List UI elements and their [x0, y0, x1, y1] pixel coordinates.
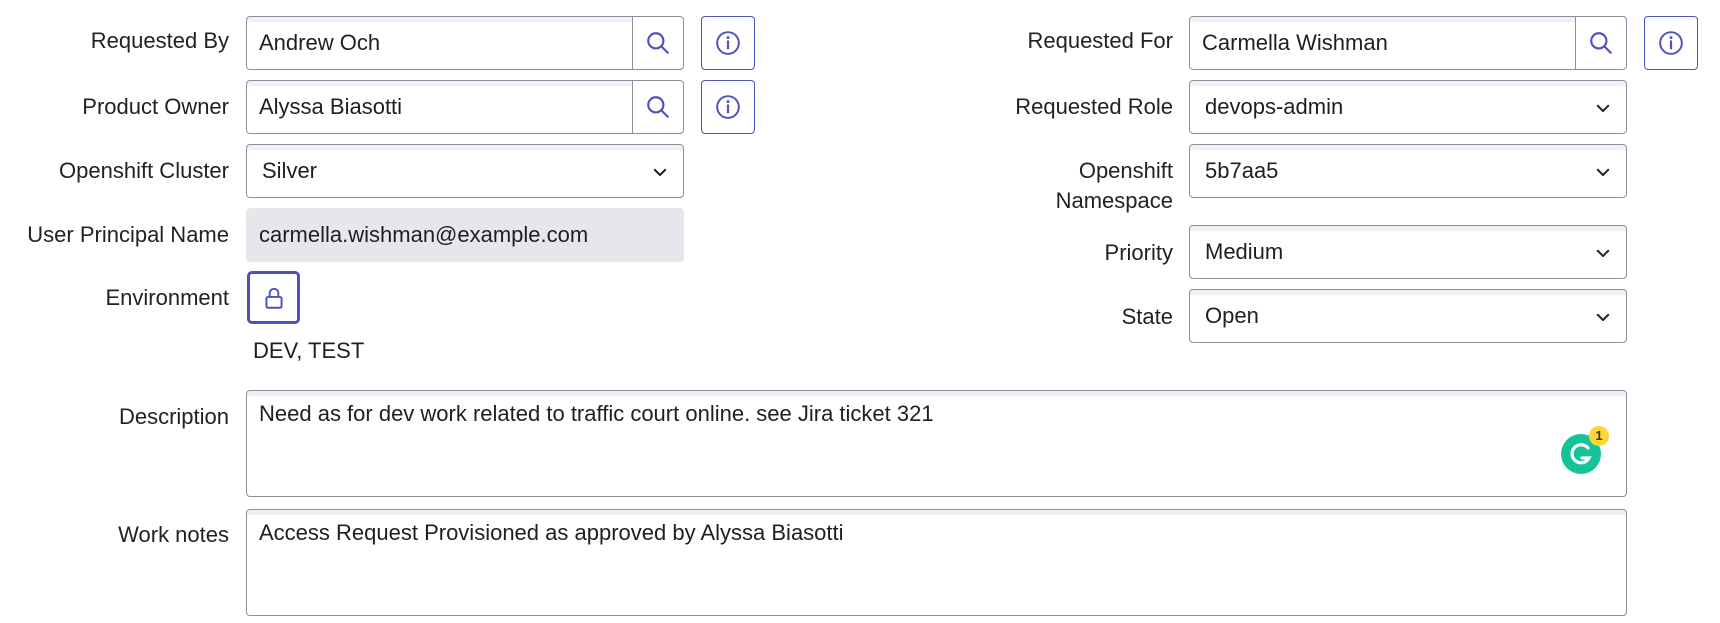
work-notes-label: Work notes	[118, 522, 229, 547]
openshift-namespace-label-line1: Openshift	[1078, 158, 1173, 183]
environment-value: DEV, TEST	[253, 338, 365, 363]
state-label: State	[1121, 304, 1173, 329]
search-icon	[647, 32, 669, 54]
info-icon	[716, 31, 740, 55]
product-owner-info-button[interactable]	[701, 80, 755, 134]
chevron-down-icon	[1596, 104, 1610, 112]
chevron-down-icon	[1596, 313, 1610, 321]
requested-by-input[interactable]: Andrew Och	[246, 16, 632, 70]
openshift-cluster-select[interactable]: Silver	[246, 144, 684, 198]
openshift-namespace-label-line2: Namespace	[1055, 188, 1173, 213]
priority-label: Priority	[1104, 240, 1173, 265]
openshift-namespace-value: 5b7aa5	[1205, 158, 1279, 183]
requested-for-info-button[interactable]	[1644, 16, 1698, 70]
product-owner-lookup-button[interactable]	[632, 80, 684, 134]
requested-by-label: Requested By	[90, 28, 229, 53]
info-icon	[1659, 31, 1683, 55]
openshift-namespace-label: Openshift Namespace	[1056, 156, 1173, 216]
requested-by-lookup-button[interactable]	[632, 16, 684, 70]
openshift-cluster-value: Silver	[262, 158, 318, 183]
product-owner-input[interactable]: Alyssa Biasotti	[246, 80, 632, 134]
info-icon	[716, 95, 740, 119]
chevron-down-icon	[1596, 168, 1610, 176]
product-owner-label: Product Owner	[82, 94, 229, 119]
grammarly-icon[interactable]: 1	[1561, 426, 1609, 474]
user-principal-name-field: carmella.wishman@example.com	[246, 208, 684, 262]
requested-by-info-button[interactable]	[701, 16, 755, 70]
openshift-namespace-select[interactable]: 5b7aa5	[1189, 144, 1627, 198]
requested-for-input[interactable]: Carmella Wishman	[1189, 16, 1575, 70]
environment-lock-button[interactable]	[247, 271, 300, 324]
search-icon	[1590, 32, 1612, 54]
requested-for-label: Requested For	[1027, 28, 1173, 53]
requested-role-label: Requested Role	[1015, 94, 1173, 119]
state-value: Open	[1205, 303, 1259, 328]
description-label: Description	[118, 404, 229, 429]
priority-select[interactable]: Medium	[1189, 225, 1627, 279]
openshift-cluster-label: Openshift Cluster	[59, 158, 229, 183]
description-text: Need as for dev work related to traffic …	[259, 401, 934, 426]
environment-label: Environment	[105, 285, 229, 310]
state-select[interactable]: Open	[1189, 289, 1627, 343]
user-principal-name-label: User Principal Name	[27, 222, 229, 247]
work-notes-text: Access Request Provisioned as approved b…	[259, 520, 844, 545]
grammarly-badge: 1	[1589, 426, 1609, 446]
description-textarea[interactable]: Need as for dev work related to traffic …	[246, 390, 1627, 497]
work-notes-textarea[interactable]: Access Request Provisioned as approved b…	[246, 509, 1627, 616]
chevron-down-icon	[1596, 249, 1610, 257]
requested-role-select[interactable]: devops-admin	[1189, 80, 1627, 134]
lock-icon	[264, 287, 283, 309]
priority-value: Medium	[1205, 239, 1284, 264]
chevron-down-icon	[653, 168, 667, 176]
search-icon	[647, 96, 669, 118]
requested-for-lookup-button[interactable]	[1575, 16, 1627, 70]
requested-role-value: devops-admin	[1205, 94, 1344, 119]
